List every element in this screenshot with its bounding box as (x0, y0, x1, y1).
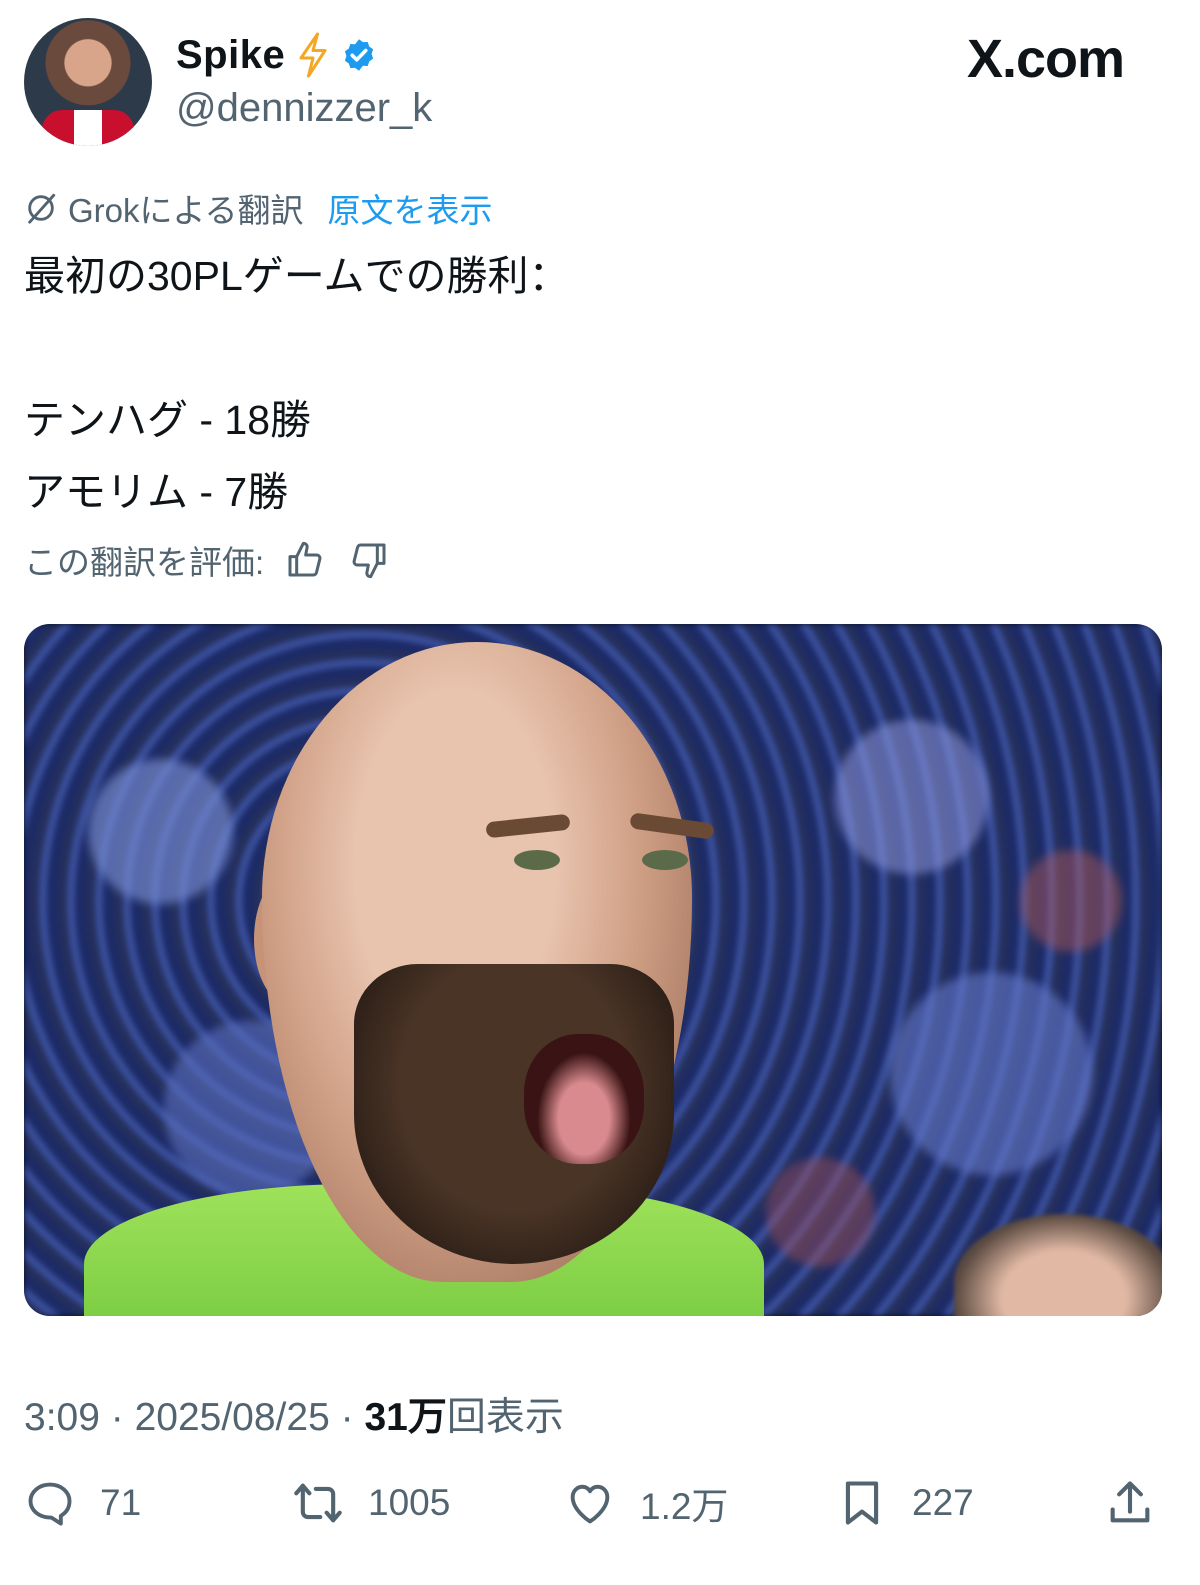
author-name[interactable]: Spike (176, 33, 285, 78)
reply-icon (28, 1482, 72, 1526)
tweet-line: 最初の30PLゲームでの勝利： (24, 253, 570, 299)
author-avatar[interactable] (24, 18, 152, 146)
heart-icon (570, 1484, 610, 1524)
reply-button[interactable]: 71 (24, 1477, 141, 1529)
views-count: 31万 (364, 1396, 447, 1439)
tweet-line: テンハグ - 18勝 (24, 397, 312, 443)
author-handle[interactable]: @dennizzer_k (176, 86, 432, 131)
tweet-date[interactable]: 2025/08/25 (135, 1396, 330, 1439)
lightning-icon (295, 32, 331, 78)
retweet-button[interactable]: 1005 (292, 1477, 450, 1529)
thumbs-up-icon[interactable] (282, 537, 328, 583)
reply-count: 71 (100, 1482, 142, 1523)
retweet-icon (294, 1483, 342, 1523)
rate-translation-row: この翻訳を評価: (24, 536, 392, 584)
author-name-row: Spike (176, 30, 377, 80)
bookmark-icon (845, 1481, 879, 1525)
like-count: 1.2万 (640, 1486, 729, 1527)
tweet-time[interactable]: 3:09 (24, 1396, 100, 1439)
bookmark-button[interactable]: 227 (836, 1477, 974, 1529)
tweet-line: アモリム - 7勝 (24, 469, 289, 515)
retweet-count: 1005 (368, 1482, 451, 1523)
rate-translation-label: この翻訳を評価: (24, 544, 265, 581)
site-label: X.com (966, 29, 1125, 89)
tweet-actions: 71 1005 1.2万 227 (24, 1470, 1156, 1536)
translation-row: Grokによる翻訳 原文を表示 (24, 184, 493, 232)
share-button[interactable] (1104, 1477, 1156, 1529)
verified-badge-icon (341, 37, 377, 73)
show-original-link[interactable]: 原文を表示 (328, 184, 493, 232)
meta-separator: · (329, 1396, 365, 1439)
grok-icon (28, 193, 56, 224)
bookmark-count: 227 (912, 1482, 974, 1523)
share-icon (1110, 1481, 1150, 1523)
tweet-text: 最初の30PLゲームでの勝利： テンハグ - 18勝 アモリム - 7勝 (24, 240, 570, 528)
thumbs-down-icon[interactable] (346, 537, 392, 583)
tweet-media-image[interactable] (24, 624, 1162, 1316)
views-label: 回表示 (446, 1396, 564, 1439)
meta-separator: · (99, 1396, 135, 1439)
tweet-line (24, 312, 570, 384)
like-button[interactable]: 1.2万 (564, 1476, 728, 1530)
tweet-meta: 3:09 · 2025/08/25 · 31万回表示 (24, 1386, 564, 1442)
translation-label: Grokによる翻訳 (68, 192, 304, 229)
